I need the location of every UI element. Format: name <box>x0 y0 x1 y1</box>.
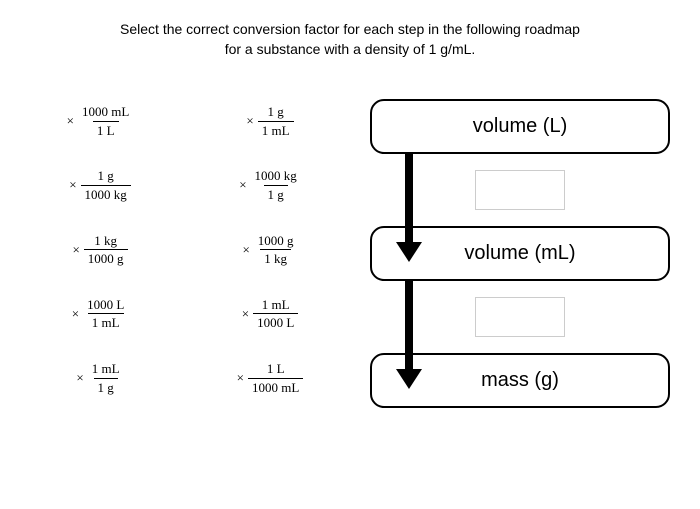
instruction-line-1: Select the correct conversion factor for… <box>120 21 580 37</box>
conversion-option[interactable]: × 1 mL1000 L <box>200 297 340 331</box>
multiply-icon: × <box>69 177 76 193</box>
fraction-numerator: 1 kg <box>90 233 121 250</box>
fraction-numerator: 1000 L <box>83 297 128 314</box>
fraction-numerator: 1 mL <box>258 297 294 314</box>
instruction-text: Select the correct conversion factor for… <box>30 20 670 59</box>
fraction-denominator: 1 g <box>94 378 118 396</box>
conversion-option[interactable]: × 1000 kg1 g <box>200 168 340 202</box>
conversion-option[interactable]: × 1000 g1 kg <box>200 233 340 267</box>
multiply-icon: × <box>67 113 74 129</box>
content-area: × 1000 mL1 L × 1 g1 mL × 1 g1000 kg × 10… <box>30 99 670 408</box>
roadmap-column: volume (L) volume (mL) mass (g) <box>370 99 670 408</box>
conversion-option[interactable]: × 1 mL1 g <box>30 361 170 395</box>
multiply-icon: × <box>237 370 244 386</box>
fraction-denominator: 1000 L <box>253 313 298 331</box>
option-row: × 1 kg1000 g × 1000 g1 kg <box>30 233 340 267</box>
multiply-icon: × <box>72 306 79 322</box>
multiply-icon: × <box>242 242 249 258</box>
stage-label: mass (g) <box>481 369 559 392</box>
fraction-denominator: 1 mL <box>88 313 124 331</box>
multiply-icon: × <box>76 370 83 386</box>
fraction-numerator: 1 g <box>94 168 118 185</box>
fraction-denominator: 1 kg <box>260 249 291 267</box>
fraction-denominator: 1000 g <box>84 249 128 267</box>
arrow-down-icon <box>405 154 413 244</box>
multiply-icon: × <box>239 177 246 193</box>
fraction-denominator: 1 L <box>93 121 119 139</box>
conversion-option[interactable]: × 1 kg1000 g <box>30 233 170 267</box>
arrow-down-icon <box>405 281 413 371</box>
conversion-option[interactable]: × 1 g1 mL <box>200 104 340 138</box>
fraction-numerator: 1000 g <box>254 233 298 250</box>
fraction-numerator: 1000 mL <box>78 104 133 121</box>
conversion-option[interactable]: × 1 L1000 mL <box>200 361 340 395</box>
multiply-icon: × <box>246 113 253 129</box>
fraction-denominator: 1000 kg <box>81 185 131 203</box>
fraction-numerator: 1000 kg <box>251 168 301 185</box>
conversion-option[interactable]: × 1 g1000 kg <box>30 168 170 202</box>
fraction-denominator: 1 mL <box>258 121 294 139</box>
stage-label: volume (L) <box>473 115 567 138</box>
option-row: × 1 g1000 kg × 1000 kg1 g <box>30 168 340 202</box>
instruction-line-2: for a substance with a density of 1 g/mL… <box>225 41 476 57</box>
conversion-option[interactable]: × 1000 mL1 L <box>30 104 170 138</box>
option-row: × 1000 L1 mL × 1 mL1000 L <box>30 297 340 331</box>
option-row: × 1 mL1 g × 1 L1000 mL <box>30 361 340 395</box>
stage-box: volume (L) <box>370 99 670 154</box>
multiply-icon: × <box>242 306 249 322</box>
fraction-numerator: 1 mL <box>88 361 124 378</box>
option-row: × 1000 mL1 L × 1 g1 mL <box>30 104 340 138</box>
conversion-option[interactable]: × 1000 L1 mL <box>30 297 170 331</box>
fraction-denominator: 1000 mL <box>248 378 303 396</box>
multiply-icon: × <box>72 242 79 258</box>
fraction-numerator: 1 L <box>263 361 289 378</box>
conversion-dropzone[interactable] <box>475 297 565 337</box>
fraction-denominator: 1 g <box>264 185 288 203</box>
conversion-dropzone[interactable] <box>475 170 565 210</box>
fraction-numerator: 1 g <box>264 104 288 121</box>
conversion-options-column: × 1000 mL1 L × 1 g1 mL × 1 g1000 kg × 10… <box>30 99 340 408</box>
stage-label: volume (mL) <box>464 242 575 265</box>
